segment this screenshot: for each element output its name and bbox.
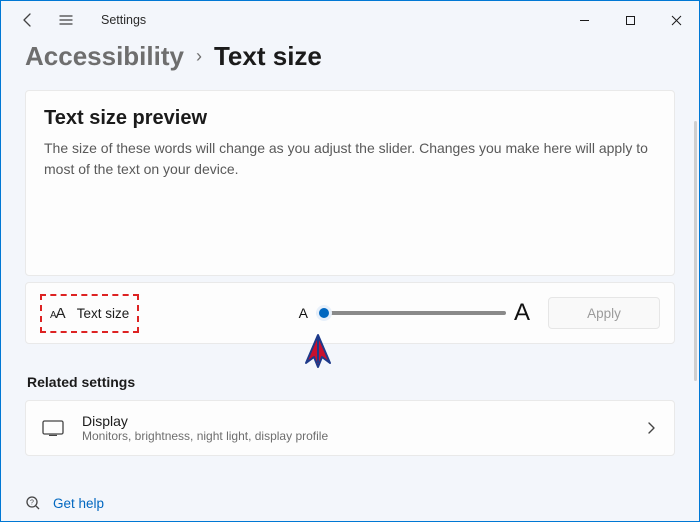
nav-menu-button[interactable] (49, 3, 83, 37)
close-button[interactable] (653, 5, 699, 35)
close-icon (671, 15, 682, 26)
related-settings-heading: Related settings (27, 374, 675, 390)
preview-text: The size of these words will change as y… (44, 138, 656, 180)
text-size-icon: AA (50, 305, 65, 322)
window-title: Settings (101, 13, 146, 27)
main-content: Accessibility › Text size Text size prev… (1, 39, 699, 521)
breadcrumb-parent[interactable]: Accessibility (25, 41, 184, 72)
scrollbar[interactable] (694, 121, 697, 381)
text-size-preview-card: Text size preview The size of these word… (25, 90, 675, 276)
maximize-icon (625, 15, 636, 26)
apply-button[interactable]: Apply (548, 297, 660, 329)
display-setting-desc: Monitors, brightness, night light, displ… (82, 429, 328, 443)
svg-text:?: ? (30, 500, 34, 507)
slider-max-marker: A (514, 299, 530, 327)
display-setting-row[interactable]: Display Monitors, brightness, night ligh… (25, 400, 675, 456)
back-button[interactable] (11, 3, 45, 37)
get-help-link[interactable]: Get help (53, 496, 104, 511)
help-icon: ? (25, 495, 41, 511)
hamburger-icon (58, 12, 74, 28)
text-size-label: Text size (77, 306, 130, 321)
title-bar: Settings (1, 1, 699, 39)
preview-title: Text size preview (44, 107, 656, 130)
breadcrumb-current: Text size (214, 41, 322, 72)
minimize-button[interactable] (561, 5, 607, 35)
breadcrumb: Accessibility › Text size (25, 41, 675, 72)
text-size-slider[interactable] (316, 311, 506, 315)
get-help-row[interactable]: ? Get help (25, 495, 104, 511)
minimize-icon (579, 15, 590, 26)
chevron-right-icon: › (196, 46, 202, 67)
display-setting-label: Display (82, 413, 328, 429)
text-size-slider-card: AA Text size A A Apply (25, 282, 675, 344)
maximize-button[interactable] (607, 5, 653, 35)
slider-min-marker: A (299, 305, 308, 321)
text-size-label-box: AA Text size (40, 294, 139, 333)
chevron-right-icon (644, 421, 658, 435)
display-icon (42, 420, 64, 436)
back-icon (20, 12, 36, 28)
